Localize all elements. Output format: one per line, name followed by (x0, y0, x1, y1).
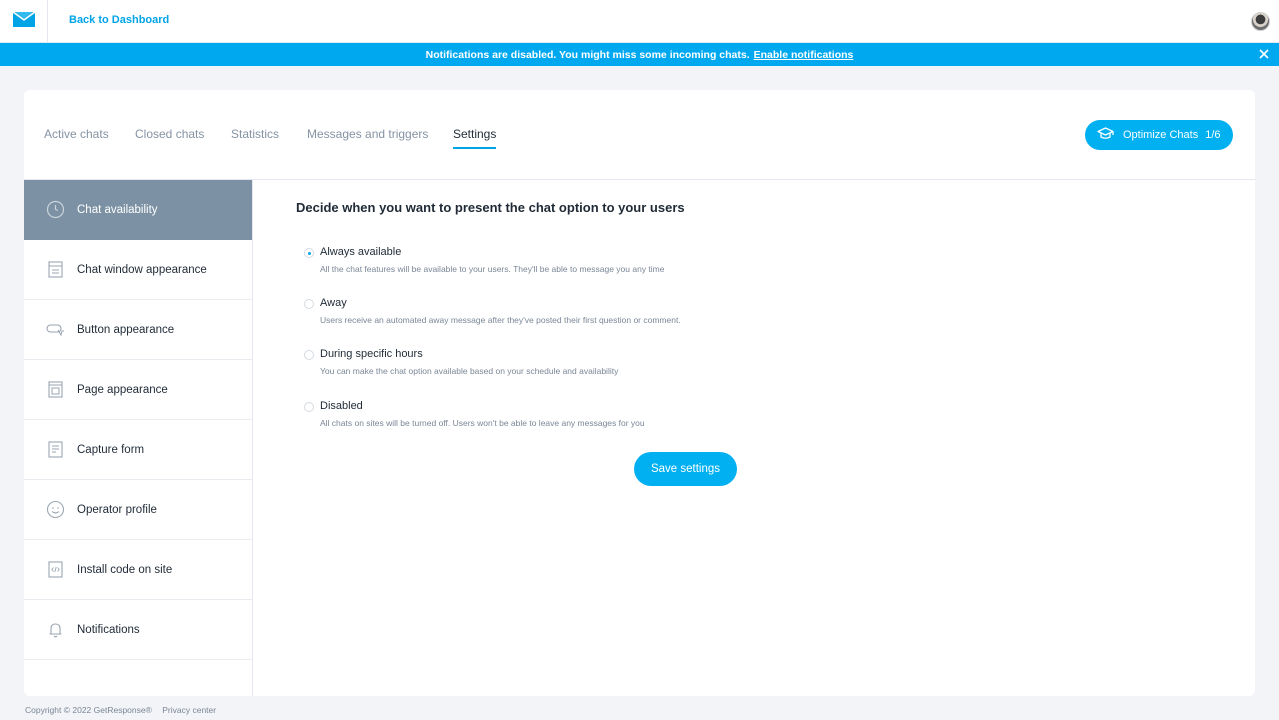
envelope-icon (12, 10, 36, 33)
banner-message: Notifications are disabled. You might mi… (425, 48, 750, 61)
section-heading: Decide when you want to present the chat… (296, 200, 685, 215)
footer: Copyright © 2022 GetResponse® Privacy ce… (25, 705, 216, 715)
sidebar-item-page-appearance[interactable]: Page appearance (24, 360, 252, 420)
optimize-chats-label: Optimize Chats (1123, 129, 1199, 141)
radio-specific-hours[interactable] (304, 350, 314, 360)
save-settings-button[interactable]: Save settings (634, 452, 737, 486)
option-title: Always available (320, 246, 402, 258)
sidebar-item-label: Chat window appearance (77, 263, 207, 276)
form-icon (46, 440, 65, 459)
tab-active-chats[interactable]: Active chats (44, 127, 109, 141)
code-icon (46, 560, 65, 579)
chat-bubble-icon (46, 320, 65, 339)
sidebar-item-notifications[interactable]: Notifications (24, 600, 252, 660)
sidebar-item-chat-window-appearance[interactable]: Chat window appearance (24, 240, 252, 300)
tab-statistics[interactable]: Statistics (231, 127, 279, 141)
back-to-dashboard-link[interactable]: Back to Dashboard (69, 14, 169, 26)
option-title: Disabled (320, 400, 363, 412)
graduation-cap-icon (1097, 127, 1114, 143)
option-title: Away (320, 297, 347, 309)
chat-availability-panel: Decide when you want to present the chat… (296, 200, 685, 428)
notification-banner: Notifications are disabled. You might mi… (0, 43, 1279, 66)
sidebar-item-label: Chat availability (77, 203, 158, 216)
sidebar-item-button-appearance[interactable]: Button appearance (24, 300, 252, 360)
sidebar-item-label: Install code on site (77, 563, 173, 576)
copyright-text: Copyright © 2022 GetResponse® (25, 705, 152, 715)
top-bar: Back to Dashboard (0, 0, 1279, 43)
settings-sidebar: Chat availability Chat window appearance… (24, 180, 253, 696)
tab-settings[interactable]: Settings (453, 127, 497, 149)
enable-notifications-link[interactable]: Enable notifications (754, 49, 854, 61)
tab-closed-chats[interactable]: Closed chats (135, 127, 204, 141)
sidebar-item-capture-form[interactable]: Capture form (24, 420, 252, 480)
option-description: All chats on sites will be turned off. U… (320, 418, 645, 428)
tab-bar: Active chats Closed chats Statistics Mes… (24, 90, 1255, 180)
sidebar-item-label: Notifications (77, 623, 140, 636)
option-description: Users receive an automated away message … (320, 315, 681, 325)
optimize-chats-count: 1/6 (1205, 129, 1221, 141)
settings-card: Active chats Closed chats Statistics Mes… (24, 90, 1255, 696)
close-icon[interactable] (1257, 47, 1271, 61)
sidebar-item-operator-profile[interactable]: Operator profile (24, 480, 252, 540)
option-description: All the chat features will be available … (320, 264, 665, 274)
optimize-chats-button[interactable]: Optimize Chats 1/6 (1085, 120, 1233, 150)
option-title: During specific hours (320, 348, 423, 360)
page-icon (46, 380, 65, 399)
sidebar-item-install-code[interactable]: Install code on site (24, 540, 252, 600)
radio-disabled[interactable] (304, 402, 314, 412)
privacy-center-link[interactable]: Privacy center (162, 705, 216, 715)
radio-always-available[interactable] (304, 248, 314, 258)
sidebar-item-chat-availability[interactable]: Chat availability (24, 180, 252, 240)
clock-icon (46, 200, 65, 219)
sidebar-item-label: Operator profile (77, 503, 157, 516)
sidebar-item-label: Page appearance (77, 383, 168, 396)
sidebar-item-label: Capture form (77, 443, 145, 456)
tab-messages-and-triggers[interactable]: Messages and triggers (307, 127, 428, 141)
logo[interactable] (0, 0, 48, 43)
avatar[interactable] (1251, 12, 1270, 31)
window-icon (46, 260, 65, 279)
bell-icon (46, 620, 65, 639)
smiley-icon (46, 500, 65, 519)
sidebar-item-label: Button appearance (77, 323, 175, 336)
radio-away[interactable] (304, 299, 314, 309)
option-description: You can make the chat option available b… (320, 366, 619, 376)
